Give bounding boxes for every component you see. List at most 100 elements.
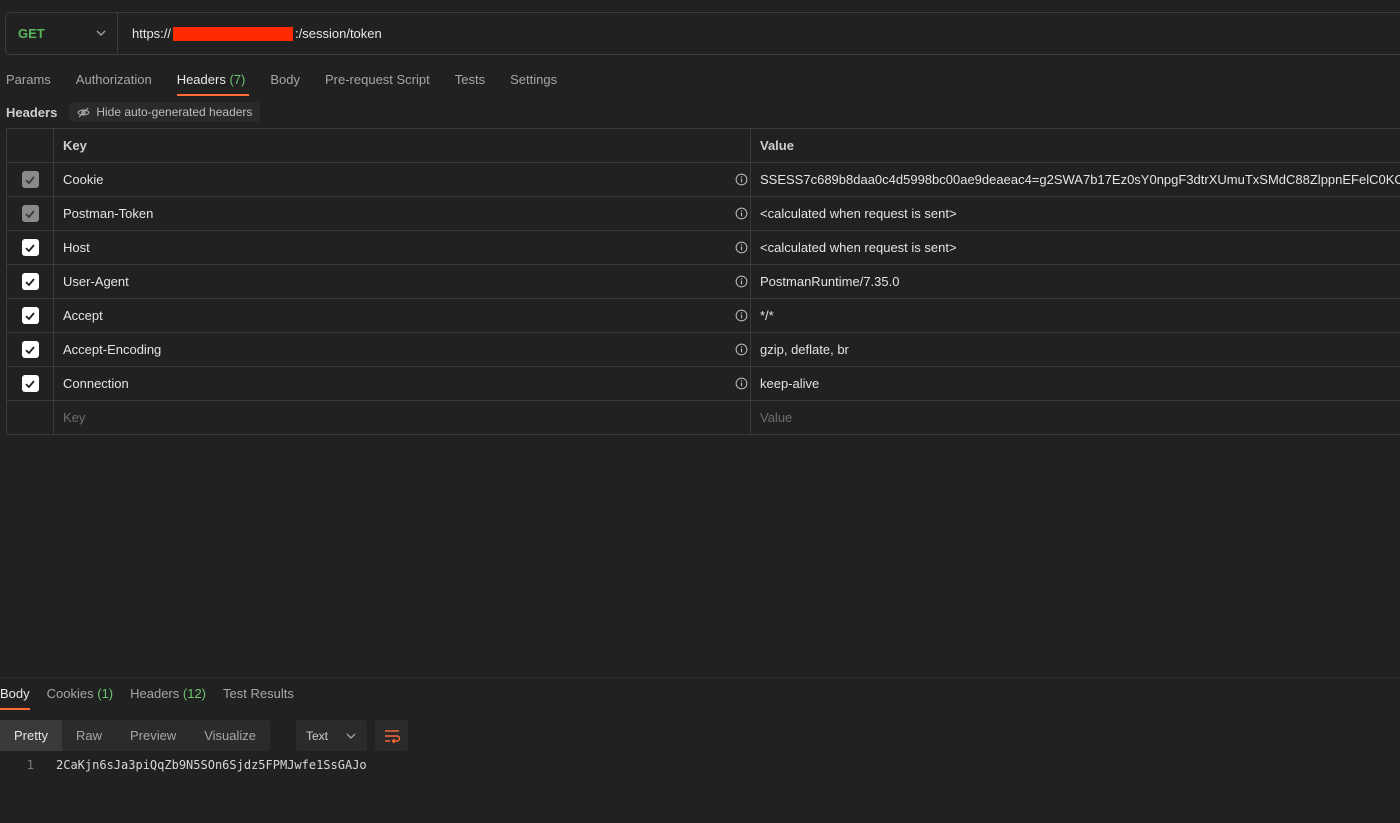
table-body: Cookie SSESS7c689b8daa0c4d5998bc00ae9deae…: [7, 163, 1400, 401]
table-row: Cookie SSESS7c689b8daa0c4d5998bc00ae9deae…: [7, 163, 1400, 197]
header-key-cell[interactable]: User-Agent: [54, 265, 751, 298]
checkmark-icon: [25, 277, 35, 286]
header-key: Host: [63, 240, 90, 255]
row-checkbox[interactable]: [21, 375, 39, 392]
header-key-cell[interactable]: Accept-Encoding: [54, 333, 751, 366]
hide-auto-headers-label: Hide auto-generated headers: [96, 105, 253, 119]
header-value-cell[interactable]: <calculated when request is sent>: [751, 231, 1400, 264]
checkbox-cell: [7, 333, 54, 366]
headers-section-title: Headers: [6, 104, 58, 120]
table-row: Connection keep-alive: [7, 367, 1400, 401]
wrap-lines-button[interactable]: [375, 720, 408, 751]
header-value-cell[interactable]: */*: [751, 299, 1400, 332]
row-checkbox[interactable]: [21, 205, 39, 222]
tab-count-badge: (7): [229, 72, 246, 87]
info-icon[interactable]: [735, 241, 748, 254]
checkbox-cell: [7, 367, 54, 400]
tab-label: Test Results: [223, 686, 294, 701]
redaction-block: [173, 26, 294, 41]
tab-label: Tests: [454, 72, 486, 87]
tab-label: Cookies: [46, 686, 94, 701]
info-icon[interactable]: [735, 377, 748, 390]
response-body-text: 2CaKjn6sJa3piQqZb9N5SOn6Sjdz5FPMJwfe1SsG…: [56, 758, 367, 772]
header-value: */*: [760, 308, 774, 323]
method-label: GET: [18, 26, 45, 41]
tab-label: Params: [6, 72, 51, 87]
row-checkbox[interactable]: [21, 307, 39, 324]
checkbox-cell: [7, 197, 54, 230]
tab-count-badge: (12): [182, 686, 207, 701]
header-key-cell[interactable]: Postman-Token: [54, 197, 751, 230]
format-label: Text: [306, 728, 329, 743]
response-tab-headers[interactable]: Headers (12): [130, 686, 206, 701]
header-key: Postman-Token: [63, 206, 154, 221]
request-tabs: Params Authorization Headers (7) Body Pr…: [6, 68, 582, 96]
info-icon[interactable]: [735, 343, 748, 356]
new-key-input[interactable]: Key: [54, 401, 751, 434]
wrap-lines-icon: [384, 729, 400, 743]
info-icon[interactable]: [735, 207, 748, 220]
tab-label: Body: [0, 686, 30, 701]
chevron-down-icon: [96, 30, 106, 36]
header-key: Accept: [63, 308, 103, 323]
tab-params[interactable]: Params: [6, 68, 51, 96]
response-divider[interactable]: [0, 677, 1400, 678]
header-value: <calculated when request is sent>: [760, 206, 957, 221]
view-visualize-button[interactable]: Visualize: [190, 720, 270, 751]
header-value: <calculated when request is sent>: [760, 240, 957, 255]
checkbox-cell: [7, 299, 54, 332]
checkbox-cell: [7, 163, 54, 196]
hide-auto-headers-button[interactable]: Hide auto-generated headers: [69, 102, 261, 122]
header-key: User-Agent: [63, 274, 129, 289]
header-key-cell[interactable]: Cookie: [54, 163, 751, 196]
tab-label: Headers: [130, 686, 180, 701]
info-icon[interactable]: [735, 309, 748, 322]
checkbox-cell: [7, 265, 54, 298]
header-key-cell[interactable]: Accept: [54, 299, 751, 332]
response-tab-test-results[interactable]: Test Results: [223, 686, 294, 701]
table-row: User-Agent PostmanRuntime/7.35.0: [7, 265, 1400, 299]
header-value-cell[interactable]: <calculated when request is sent>: [751, 197, 1400, 230]
tab-tests[interactable]: Tests: [455, 68, 485, 96]
response-tab-cookies[interactable]: Cookies (1): [47, 686, 113, 701]
eye-off-icon: [77, 106, 91, 118]
chevron-down-icon: [346, 733, 356, 739]
format-select[interactable]: Text: [296, 720, 367, 751]
method-select[interactable]: GET: [6, 13, 118, 54]
info-icon[interactable]: [735, 275, 748, 288]
checkbox-cell: [7, 231, 54, 264]
tab-headers[interactable]: Headers (7): [176, 68, 249, 96]
url-input[interactable]: https:// :/session/token: [118, 26, 382, 41]
view-raw-button[interactable]: Raw: [62, 720, 116, 751]
new-value-input[interactable]: Value: [751, 401, 1400, 434]
headers-toolbar: Headers Hide auto-generated headers: [6, 102, 261, 122]
line-number: 1: [26, 758, 34, 772]
info-icon[interactable]: [735, 173, 748, 186]
row-checkbox[interactable]: [21, 341, 39, 358]
response-tab-body[interactable]: Body: [0, 686, 30, 710]
header-key-cell[interactable]: Connection: [54, 367, 751, 400]
value-column-header: Value: [760, 138, 794, 153]
header-value: keep-alive: [760, 376, 820, 391]
row-checkbox[interactable]: [21, 239, 39, 256]
view-preview-button[interactable]: Preview: [116, 720, 190, 751]
key-column-header: Key: [54, 129, 751, 162]
view-pretty-button[interactable]: Pretty: [0, 720, 62, 751]
view-mode-group: Pretty Raw Preview Visualize: [0, 720, 271, 751]
header-value-cell[interactable]: gzip, deflate, br: [751, 333, 1400, 366]
tab-body[interactable]: Body: [270, 68, 300, 96]
header-value-cell[interactable]: PostmanRuntime/7.35.0: [751, 265, 1400, 298]
header-value-cell[interactable]: SSESS7c689b8daa0c4d5998bc00ae9deaeac4=g2…: [751, 163, 1400, 196]
header-key-cell[interactable]: Host: [54, 231, 751, 264]
tab-label: Authorization: [75, 72, 152, 87]
row-checkbox[interactable]: [21, 171, 39, 188]
tab-authorization[interactable]: Authorization: [76, 68, 152, 96]
checkmark-icon: [25, 379, 35, 388]
tab-pre-request-script[interactable]: Pre-request Script: [325, 68, 430, 96]
table-row: Accept-Encoding gzip, deflate, br: [7, 333, 1400, 367]
response-body[interactable]: 1 2CaKjn6sJa3piQqZb9N5SOn6Sjdz5FPMJwfe1S…: [0, 758, 367, 772]
header-value-cell[interactable]: keep-alive: [751, 367, 1400, 400]
table-row: Host <calculated when request is sent>: [7, 231, 1400, 265]
tab-settings[interactable]: Settings: [510, 68, 557, 96]
row-checkbox[interactable]: [21, 273, 39, 290]
